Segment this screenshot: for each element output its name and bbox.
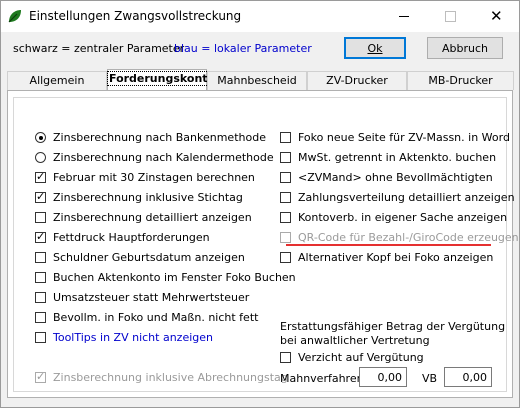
close-button[interactable]: ✕ bbox=[473, 1, 519, 32]
checkbox[interactable] bbox=[35, 292, 46, 303]
window-title: Einstellungen Zwangsvollstreckung bbox=[29, 9, 242, 23]
option-label: Zinsberechnung nach Bankenmethode bbox=[53, 131, 266, 144]
checkbox-checked bbox=[35, 370, 46, 383]
checkbox-checked[interactable] bbox=[35, 190, 46, 203]
checkbox[interactable] bbox=[280, 212, 291, 223]
title-bar: Einstellungen Zwangsvollstreckung ✕ bbox=[1, 1, 519, 32]
option-label: Fettdruck Hauptforderungen bbox=[53, 231, 210, 244]
option-label: Buchen Aktenkonto im Fenster Foko Buchen bbox=[53, 271, 296, 284]
tab-label: Mahnbescheid bbox=[217, 74, 297, 87]
option-label: MwSt. getrennt in Aktenkto. buchen bbox=[298, 151, 497, 164]
option-label: Umsatzsteuer statt Mehrwertsteuer bbox=[53, 291, 250, 304]
checkbox-checked[interactable] bbox=[35, 230, 46, 243]
ok-button-label: Ok bbox=[367, 42, 383, 55]
option-label: Zinsberechnung inklusive Abrechnungstag bbox=[53, 371, 288, 384]
maximize-button[interactable] bbox=[427, 1, 473, 32]
checkbox[interactable] bbox=[280, 152, 291, 163]
checkbox[interactable] bbox=[35, 272, 46, 283]
option-label: ToolTips in ZV nicht anzeigen bbox=[53, 331, 213, 344]
checkbox-checked[interactable] bbox=[35, 170, 46, 183]
option-label: Schuldner Geburtsdatum anzeigen bbox=[53, 251, 245, 264]
tab-mahnbescheid[interactable]: Mahnbescheid bbox=[207, 71, 307, 90]
highlight-underline bbox=[286, 244, 491, 246]
option-label: QR-Code für Bezahl-/GiroCode erzeugen bbox=[298, 231, 519, 244]
option-label: Zinsberechnung nach Kalendermethode bbox=[53, 151, 274, 164]
close-icon: ✕ bbox=[490, 7, 503, 25]
ok-button[interactable]: Ok bbox=[344, 37, 406, 59]
cancel-button[interactable]: Abbruch bbox=[427, 37, 503, 59]
tab-label: ZV-Drucker bbox=[326, 74, 388, 87]
tab-allgemein[interactable]: Allgemein bbox=[7, 71, 107, 90]
checkbox[interactable] bbox=[35, 212, 46, 223]
checkbox[interactable] bbox=[35, 312, 46, 323]
option-label: Zinsberechnung inklusive Stichtag bbox=[53, 191, 243, 204]
tab-mb-drucker[interactable]: MB-Drucker bbox=[407, 71, 514, 90]
checkbox bbox=[280, 232, 291, 243]
tab-label: MB-Drucker bbox=[428, 74, 493, 87]
checkbox[interactable] bbox=[35, 252, 46, 263]
tab-label: Allgemein bbox=[29, 74, 85, 87]
tab-forderungskonto[interactable]: Forderungskonto bbox=[106, 69, 218, 91]
radio-unselected[interactable] bbox=[35, 152, 46, 163]
radio-selected[interactable] bbox=[35, 132, 46, 143]
option-label: Zinsberechnung detailliert anzeigen bbox=[53, 211, 252, 224]
option-label: Zahlungsverteilung detailliert anzeigen bbox=[298, 191, 515, 204]
mahnverfahren-label: Mahnverfahren bbox=[280, 372, 364, 385]
option-label: Verzicht auf Vergütung bbox=[298, 351, 424, 364]
checkbox[interactable] bbox=[280, 352, 291, 363]
legend-local-parameter: blau = lokaler Parameter bbox=[174, 42, 312, 55]
tab-strip: Allgemein Forderungskonto Mahnbescheid Z… bbox=[7, 69, 515, 91]
checkbox[interactable] bbox=[35, 332, 46, 343]
tab-label: Forderungskonto bbox=[106, 71, 218, 86]
settings-dialog: Einstellungen Zwangsvollstreckung ✕ schw… bbox=[0, 0, 520, 408]
checkbox[interactable] bbox=[280, 172, 291, 183]
option-label: Februar mit 30 Zinstagen berechnen bbox=[53, 171, 255, 184]
option-label: <ZVMand> ohne Bevollmächtigten bbox=[298, 171, 493, 184]
refund-heading-line1: Erstattungsfähiger Betrag der Vergütung bbox=[280, 320, 506, 333]
checkbox[interactable] bbox=[280, 252, 291, 263]
checkbox[interactable] bbox=[280, 132, 291, 143]
refund-heading-line2: bei anwaltlicher Vertretung bbox=[280, 334, 430, 347]
option-label: Kontoverb. in eigener Sache anzeigen bbox=[298, 211, 508, 224]
vb-input[interactable]: 0,00 bbox=[444, 367, 492, 387]
checkbox[interactable] bbox=[280, 192, 291, 203]
option-label: Alternativer Kopf bei Foko anzeigen bbox=[298, 251, 494, 264]
vb-label: VB bbox=[422, 372, 438, 385]
option-label: Bevollm. in Foko und Maßn. nicht fett bbox=[53, 311, 259, 324]
legend-central-parameter: schwarz = zentraler Parameter bbox=[13, 42, 185, 55]
minimize-button[interactable] bbox=[381, 1, 427, 32]
app-leaf-icon bbox=[8, 10, 21, 23]
tab-zv-drucker[interactable]: ZV-Drucker bbox=[307, 71, 407, 90]
cancel-button-label: Abbruch bbox=[441, 42, 488, 55]
option-label: Foko neue Seite für ZV-Massn. in Word bbox=[298, 131, 510, 144]
mahnverfahren-input[interactable]: 0,00 bbox=[359, 367, 407, 387]
